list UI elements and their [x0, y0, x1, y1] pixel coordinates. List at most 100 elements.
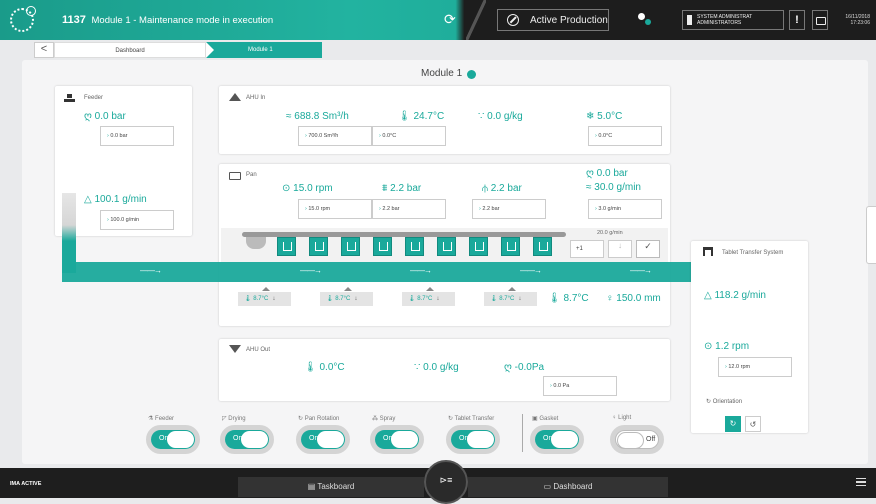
toggle-knob	[167, 431, 194, 448]
ahu-in-label: AHU In	[246, 95, 266, 101]
breadcrumb: < Dashboard Module 1	[34, 42, 870, 58]
machine-id: 1137	[62, 14, 86, 26]
confirm-check-button[interactable]: ✓	[636, 240, 660, 258]
tablet-transfer-speed-input[interactable]: 12.0 rpm	[718, 357, 792, 377]
app-logo-icon	[10, 6, 36, 32]
ahu-in-dewpoint-input[interactable]: 0.0°C	[588, 126, 662, 146]
spray-nozzle-icon[interactable]	[469, 237, 488, 256]
toggle-spray[interactable]: On	[375, 430, 419, 449]
ahu-out-temperature-value: 0.0°C	[319, 362, 345, 373]
ahu-in-airflow-input[interactable]: 700.0 Sm³/h	[298, 126, 372, 146]
bed-sensor-2-value: 8.7°C	[335, 296, 351, 302]
spray-nozzle-icon[interactable]	[405, 237, 424, 256]
pan-speed-value: 15.0 rpm	[293, 183, 333, 194]
control-label: ♀ Light	[612, 415, 631, 421]
feeder-flow-input[interactable]: 100.0 g/min	[100, 210, 174, 230]
pan-pressure-1: ⩩ 2.2 bar	[382, 183, 422, 194]
pan-pressure-2-input[interactable]: 2.2 bar	[472, 199, 546, 219]
ahu-in-airflow: ≈ 688.8 Sm³/h	[286, 111, 349, 122]
control-icon: ↻	[448, 416, 455, 422]
spray-nozzle-icon[interactable]	[309, 237, 328, 256]
ahu-in-dewpoint-value: 5.0°C	[597, 111, 623, 122]
spray-nozzle-icon[interactable]	[341, 237, 360, 256]
toggle-feeder[interactable]: On	[151, 430, 195, 449]
control-icon: ⚗	[148, 416, 156, 422]
pan-spray-flow-input[interactable]: 3.0 g/min	[588, 199, 662, 219]
datetime: 16/11/2018 17:23:06	[844, 14, 870, 26]
camera-icon[interactable]	[812, 10, 828, 30]
window-title: 1137 Module 1 - Maintenance mode in exec…	[62, 14, 273, 26]
toggle-drying[interactable]: On	[225, 430, 269, 449]
spray-nozzle-icon[interactable]	[501, 237, 520, 256]
toggle-pan-rotation[interactable]: On	[301, 430, 345, 449]
taskboard-button[interactable]: ▤ Taskboard	[238, 477, 424, 497]
nozzle-down-button[interactable]: ↓	[608, 240, 632, 258]
tablet-transfer-flow-value: 118.2 g/min	[714, 290, 766, 301]
ahu-out-pressure-input[interactable]: 0.0 Pa	[543, 376, 617, 396]
user-group: ADMINISTRATORS	[697, 20, 742, 26]
ahu-out-label: AHU Out	[246, 347, 271, 353]
ahu-in-icon	[229, 93, 241, 101]
control-label-text: Pan Rotation	[304, 416, 340, 422]
ahu-in-humidity-value: 0.0 g/kg	[487, 111, 523, 122]
quick-menu-button[interactable]: ⊳≡	[424, 460, 468, 504]
feeder-flow-value: 100.1 g/min	[94, 194, 147, 205]
control-icon: ⁂	[372, 416, 380, 422]
ahu-in-temperature-input[interactable]: 0.0°C	[372, 126, 446, 146]
toggle-knob	[241, 431, 268, 448]
bed-distance-value: 150.0 mm	[616, 293, 661, 304]
pan-pressure-1-value: 2.2 bar	[390, 183, 422, 194]
bed-sensor-2: 🌡 8.7°C ↓	[320, 292, 373, 306]
pan-pressure-1-input[interactable]: 2.2 bar	[372, 199, 446, 219]
stop-icon	[507, 14, 519, 26]
dashboard-button[interactable]: ▭ Dashboard	[468, 477, 668, 497]
pan-icon	[229, 172, 241, 180]
control-icon: ↻	[298, 416, 305, 422]
production-status[interactable]: Active Production	[497, 9, 609, 31]
bed-temperature: 🌡 8.7°C	[548, 293, 589, 304]
control-label-text: Drying	[228, 416, 246, 422]
bed-sensor-4-value: 8.7°C	[499, 296, 515, 302]
toggle-tablet-transfer[interactable]: On	[451, 430, 495, 449]
pan-speed-input[interactable]: 15.0 rpm	[298, 199, 372, 219]
back-button[interactable]: <	[34, 42, 54, 58]
orientation-clockwise-button[interactable]: ↻	[725, 416, 741, 432]
ahu-out-pressure-value: -0.0Pa	[514, 362, 545, 373]
ahu-out-temperature: 🌡 0.0°C	[304, 362, 345, 373]
spray-nozzle-icon[interactable]	[277, 237, 296, 256]
alert-button[interactable]: !	[789, 10, 805, 30]
nozzle-step-input[interactable]: +1	[570, 240, 604, 258]
sensor-pointer-icon	[508, 287, 516, 291]
feeder-label: Feeder	[84, 95, 104, 101]
tablet-feed-chute	[62, 193, 76, 273]
pan-spray-flow-small: 20.0 g/min	[597, 230, 623, 236]
flow-arrow-icon: ——→	[140, 266, 162, 275]
feeder-pressure: ღ 0.0 bar	[84, 111, 126, 122]
control-label-text: Light	[618, 415, 632, 421]
toggle-knob	[467, 431, 494, 448]
toggle-light[interactable]: Off	[615, 430, 659, 449]
page-title: Module 1	[421, 68, 477, 79]
sensor-pointer-icon	[426, 287, 434, 291]
toggle-knob	[617, 432, 644, 449]
ahu-in-temperature-value: 24.7°C	[413, 111, 445, 122]
sync-icon[interactable]: ⟳	[444, 11, 456, 28]
pan-spray-flow-value: 30.0 g/min	[594, 182, 641, 193]
control-label-text: Gasket	[539, 416, 559, 422]
bed-temperature-value: 8.7°C	[563, 293, 589, 304]
feeder-pressure-value: 0.0 bar	[94, 111, 126, 122]
breadcrumb-dashboard[interactable]: Dashboard	[54, 42, 214, 58]
toggle-knob	[317, 431, 344, 448]
user-badge[interactable]: SYSTEM ADMINISTRAT ADMINISTRATORS	[682, 10, 784, 30]
spray-nozzle-icon[interactable]	[533, 237, 552, 256]
breadcrumb-module: Module 1	[206, 42, 322, 58]
hamburger-menu-icon[interactable]	[856, 478, 866, 486]
control-label-text: Tablet Transfer	[454, 416, 495, 422]
spray-nozzle-icon[interactable]	[373, 237, 392, 256]
spray-nozzle-icon[interactable]	[437, 237, 456, 256]
side-panel-handle[interactable]	[866, 206, 876, 264]
feeder-pressure-input[interactable]: 0.0 bar	[100, 126, 174, 146]
bed-sensor-4: 🌡 8.7°C ↓	[484, 292, 537, 306]
orientation-counterclockwise-button[interactable]: ↺	[745, 416, 761, 432]
toggle-gasket[interactable]: On	[535, 430, 579, 449]
